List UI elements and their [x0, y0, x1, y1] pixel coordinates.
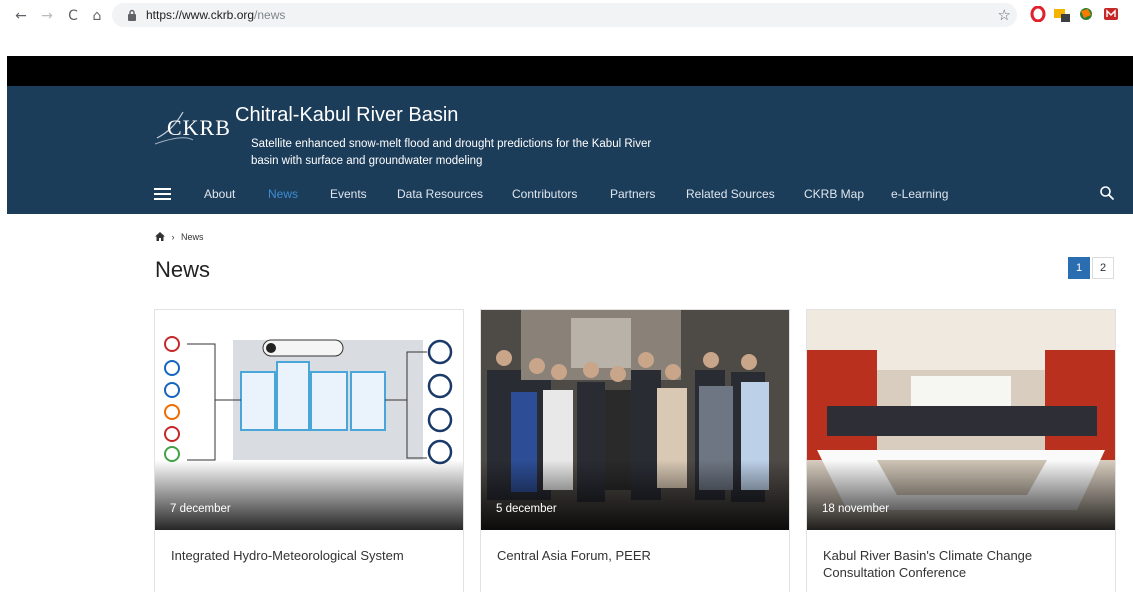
menu-item-data-resources[interactable]: Data Resources	[397, 187, 483, 201]
news-card-2-date: 5 december	[496, 503, 557, 515]
page-1-button[interactable]: 1	[1068, 257, 1090, 279]
news-card-1-image[interactable]: 7 december	[155, 310, 463, 530]
url-text: https://www.ckrb.org/news	[146, 8, 286, 22]
page-2-button[interactable]: 2	[1092, 257, 1114, 279]
news-card-1-title[interactable]: Integrated Hydro-Meteorological System	[171, 547, 441, 564]
breadcrumb-current: News	[181, 232, 204, 242]
menu-item-e-learning[interactable]: e-Learning	[891, 187, 948, 201]
lock-icon	[128, 9, 136, 21]
address-bar[interactable]: https://www.ckrb.org/news ☆	[112, 3, 1017, 27]
menu-item-news[interactable]: News	[268, 187, 298, 201]
news-card-2-image[interactable]: 5 december	[481, 310, 789, 530]
news-card-1-date: 7 december	[170, 503, 231, 515]
forward-icon[interactable]: →	[38, 7, 56, 25]
search-icon[interactable]	[1099, 185, 1115, 201]
system-diagram-image	[155, 310, 463, 530]
menu-item-contributors[interactable]: Contributors	[512, 187, 577, 201]
home-icon[interactable]: ⌂	[88, 7, 106, 25]
menu-item-events[interactable]: Events	[330, 187, 367, 201]
browser-chrome: ← → C ⌂ https://www.ckrb.org/news ☆	[0, 0, 1133, 56]
news-card-3[interactable]: 18 november Kabul River Basin's Climate …	[806, 309, 1116, 592]
menu-item-about[interactable]: About	[204, 187, 235, 201]
news-card-1[interactable]: 7 december Integrated Hydro-Meteorologic…	[154, 309, 464, 592]
opera-icon[interactable]	[1030, 6, 1046, 22]
main-menu: About News Events Data Resources Contrib…	[7, 185, 1133, 203]
conference-photo-image	[807, 310, 1115, 530]
back-icon[interactable]: ←	[12, 7, 30, 25]
news-card-3-title[interactable]: Kabul River Basin's Climate Change Consu…	[823, 547, 1093, 581]
home-breadcrumb-icon[interactable]	[155, 232, 165, 241]
news-card-3-date: 18 november	[822, 503, 890, 515]
page-title: News	[155, 257, 211, 282]
breadcrumb: › News	[155, 232, 204, 244]
globe-extension-icon[interactable]	[1078, 6, 1094, 22]
site-subtitle: Satellite enhanced snow-melt flood and d…	[251, 138, 652, 167]
menu-item-partners[interactable]: Partners	[610, 187, 655, 201]
breadcrumb-separator-icon: ›	[171, 232, 175, 242]
site-header: CKRB Chitral-Kabul River Basin Satellite…	[7, 86, 1133, 214]
hamburger-menu-icon[interactable]	[154, 188, 171, 200]
menu-item-ckrb-map[interactable]: CKRB Map	[804, 187, 864, 201]
menu-item-related-sources[interactable]: Related Sources	[686, 187, 775, 201]
news-card-2-title[interactable]: Central Asia Forum, PEER	[497, 547, 767, 564]
site-title[interactable]: Chitral-Kabul River Basin	[235, 104, 458, 127]
news-card-2[interactable]: 5 december Central Asia Forum, PEER	[480, 309, 790, 592]
group-photo-image	[481, 310, 789, 530]
news-card-3-image[interactable]: 18 november	[807, 310, 1115, 530]
top-black-bar	[7, 56, 1133, 86]
logo-text: CKRB	[167, 115, 231, 140]
extension-badge-icon[interactable]	[1054, 6, 1070, 22]
mail-extension-icon[interactable]	[1103, 6, 1119, 22]
reload-icon[interactable]: C	[64, 7, 82, 25]
bookmark-star-icon[interactable]: ☆	[998, 6, 1011, 24]
site-logo[interactable]: CKRB	[153, 108, 231, 148]
